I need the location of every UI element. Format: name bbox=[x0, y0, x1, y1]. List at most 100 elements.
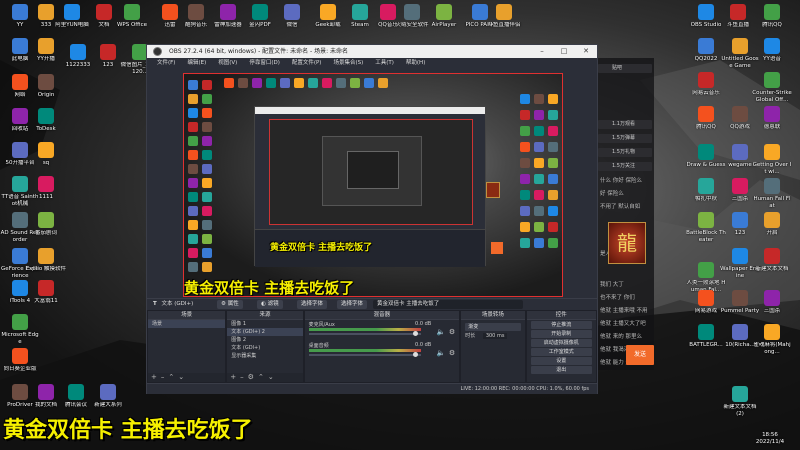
app-shortcut-icon bbox=[698, 290, 714, 306]
settings-button[interactable]: 设置 bbox=[530, 357, 592, 365]
send-message-button[interactable]: 发送 bbox=[626, 345, 654, 365]
app-shortcut-icon bbox=[68, 384, 84, 400]
volume-slider[interactable] bbox=[308, 331, 421, 336]
desktop-icon[interactable]: AirPlayer bbox=[424, 2, 464, 42]
app-shortcut-icon bbox=[732, 38, 748, 54]
app-shortcut-icon bbox=[124, 4, 140, 20]
chat-message: 我们 大丁 bbox=[600, 282, 624, 288]
start-recording-button[interactable]: 开始录制 bbox=[530, 330, 592, 338]
minimize-icon[interactable]: – bbox=[531, 45, 553, 58]
source-item[interactable]: 文本 (GDI+) 2 bbox=[227, 328, 303, 336]
stop-streaming-button[interactable]: 停止推流 bbox=[530, 321, 592, 329]
remove-source-icon[interactable]: – bbox=[240, 373, 248, 381]
preview-app-icon bbox=[378, 78, 388, 88]
speaker-icon[interactable]: 🔈 bbox=[436, 349, 445, 357]
desktop-icon[interactable]: WPS Office bbox=[112, 2, 152, 42]
move-up-icon[interactable]: ⌃ bbox=[168, 373, 178, 381]
source-item[interactable]: 图像 2 bbox=[227, 336, 302, 344]
chat-tab[interactable]: 1.5万礼物 bbox=[598, 148, 652, 157]
preview-app-icon bbox=[188, 164, 198, 174]
add-source-icon[interactable]: + bbox=[230, 373, 240, 381]
duration-label: 时长 bbox=[465, 333, 476, 339]
speaker-icon[interactable]: 🔈 bbox=[436, 328, 445, 336]
preview-app-icon bbox=[188, 262, 198, 272]
volume-slider-knob[interactable] bbox=[412, 352, 418, 357]
gear-icon[interactable]: ⚙ bbox=[248, 373, 258, 381]
dragon-badge-logo: 龍 bbox=[608, 222, 646, 264]
desktop-icon[interactable]: 斗鱼直播伴侣 bbox=[484, 2, 524, 42]
preview-app-icon bbox=[202, 150, 212, 160]
audio-mixer-dock: 混音器 麦克风/Aux 0.0 dB 🔈 ⚙ 桌面音频 0.0 dB 🔈 ⚙ bbox=[304, 311, 460, 382]
nested-obs-window-deep bbox=[322, 136, 422, 206]
filters-button[interactable]: ◐ 滤镜 bbox=[257, 300, 283, 309]
preview-caption: 黄金双倍卡 主播去吃饭了 bbox=[184, 279, 355, 297]
add-scene-icon[interactable]: + bbox=[151, 373, 161, 381]
source-item[interactable]: 文本 (GDI+) bbox=[227, 344, 302, 352]
source-item[interactable]: 图像 1 bbox=[227, 320, 302, 328]
volume-slider-knob[interactable] bbox=[412, 331, 418, 336]
app-shortcut-icon bbox=[730, 4, 746, 20]
gear-icon[interactable]: ⚙ bbox=[449, 349, 455, 357]
preview-send-button-thumbnail bbox=[491, 242, 503, 254]
app-shortcut-icon bbox=[436, 4, 452, 20]
menu-tools[interactable]: 工具(T) bbox=[375, 58, 394, 69]
preview-app-icon bbox=[224, 78, 234, 88]
preview-app-icon bbox=[548, 110, 558, 120]
chat-tab[interactable]: 1.1万观看 bbox=[598, 120, 652, 129]
menu-view[interactable]: 视图(V) bbox=[218, 58, 237, 69]
transition-type-select[interactable]: 渐变 bbox=[465, 323, 521, 331]
desktop-icon[interactable]: 番茄剧词 bbox=[26, 210, 66, 250]
obs-window-title: OBS 27.2.4 (64 bit, windows) - 配置文件: 未命名… bbox=[169, 48, 349, 55]
mixer-track-mic: 麦克风/Aux 0.0 dB 🔈 ⚙ bbox=[305, 320, 460, 341]
source-item[interactable]: 显示器采集 bbox=[227, 352, 302, 360]
gear-icon[interactable]: ⚙ bbox=[449, 328, 455, 336]
desktop-icon-label: 新建文本文档 bbox=[755, 266, 789, 272]
preview-app-icon bbox=[364, 78, 374, 88]
chat-tab[interactable]: 1.5万关注 bbox=[598, 162, 652, 171]
chat-message: 他就 主播又大了吧 bbox=[600, 321, 646, 327]
move-down-icon[interactable]: ⌄ bbox=[268, 373, 278, 381]
volume-slider[interactable] bbox=[308, 352, 421, 357]
preview-app-icon bbox=[548, 222, 558, 232]
move-down-icon[interactable]: ⌄ bbox=[178, 373, 188, 381]
scene-item[interactable]: 场景 bbox=[148, 320, 226, 328]
controls-dock: 控件 停止推流 开始录制 启动虚拟摄像机 工作室模式 设置 退出 bbox=[526, 311, 596, 382]
preview-app-icon bbox=[202, 234, 212, 244]
start-virtual-camera-button[interactable]: 启动虚拟摄像机 bbox=[530, 339, 592, 347]
controls-dock-title: 控件 bbox=[526, 311, 596, 320]
properties-button[interactable]: ⚙ 属性 bbox=[217, 300, 243, 309]
desktop-icon[interactable]: 新建文本文档 bbox=[752, 246, 792, 286]
preview-app-icon bbox=[534, 110, 544, 120]
move-up-icon[interactable]: ⌃ bbox=[258, 373, 268, 381]
menu-file[interactable]: 文件(F) bbox=[157, 58, 175, 69]
desktop-icon[interactable]: 微信 bbox=[272, 2, 312, 42]
desktop-icon[interactable]: 1111 bbox=[26, 174, 66, 214]
desktop-icon[interactable]: 雀魂麻将(Mahjong... bbox=[752, 322, 792, 362]
menu-edit[interactable]: 编辑(E) bbox=[187, 58, 206, 69]
duration-input[interactable]: 300 ms bbox=[482, 333, 508, 339]
menu-docks[interactable]: 停靠窗口(D) bbox=[249, 58, 280, 69]
select-font-button[interactable]: 选择字体 bbox=[297, 300, 328, 309]
menu-scene-collection[interactable]: 场景集合(S) bbox=[333, 58, 363, 69]
obs-title-bar[interactable]: OBS 27.2.4 (64 bit, windows) - 配置文件: 未命名… bbox=[147, 45, 597, 58]
desktop-icon-label: 向日葵企业版 bbox=[3, 366, 37, 372]
menu-profile[interactable]: 配置文件(P) bbox=[292, 58, 322, 69]
app-shortcut-icon bbox=[38, 384, 54, 400]
select-font-button-2[interactable]: 选择字体 bbox=[337, 300, 368, 309]
desktop-icon[interactable]: 向日葵企业版 bbox=[0, 346, 40, 386]
menu-help[interactable]: 帮助(H) bbox=[406, 58, 425, 69]
chat-tab[interactable]: 贴吧 bbox=[598, 64, 652, 73]
preview-app-icon bbox=[202, 122, 212, 132]
obs-preview-canvas[interactable]: 黄金双倍卡 主播去吃饭了 黄金双倍卡 主播去吃饭了 bbox=[183, 73, 563, 297]
studio-mode-button[interactable]: 工作室模式 bbox=[530, 348, 592, 356]
maximize-icon[interactable]: □ bbox=[553, 45, 575, 58]
desktop-icon[interactable]: 德恩联 bbox=[752, 104, 792, 144]
obs-window[interactable]: OBS 27.2.4 (64 bit, windows) - 配置文件: 未命名… bbox=[146, 44, 598, 394]
chat-tab[interactable]: 1.5万弹幕 bbox=[598, 134, 652, 143]
exit-button[interactable]: 退出 bbox=[530, 366, 592, 374]
close-icon[interactable]: ✕ bbox=[575, 45, 597, 58]
desktop-icon[interactable]: 新建文本文档(2) bbox=[720, 384, 760, 424]
desktop-icon-label: Counter-Strike Global Off... bbox=[752, 90, 792, 103]
desktop-icon[interactable]: 开启 bbox=[752, 210, 792, 250]
text-source-value-input[interactable]: 黄金双倍卡 主播去吃饭了 bbox=[373, 300, 523, 309]
